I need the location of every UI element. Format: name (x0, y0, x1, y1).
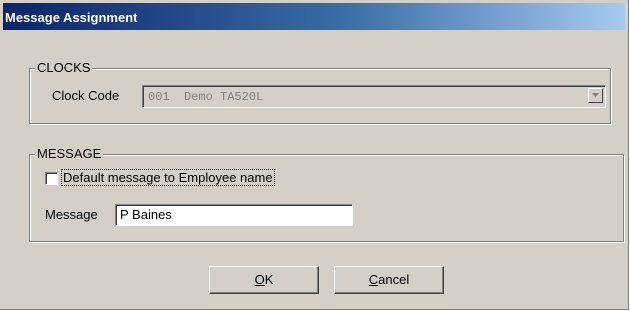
title-bar[interactable]: Message Assignment (3, 3, 625, 30)
clock-code-select[interactable]: 001 Demo TA520L (142, 85, 606, 108)
ok-button-accel: O (254, 272, 265, 287)
window-title: Message Assignment (5, 10, 138, 25)
cancel-button-rest: ancel (378, 272, 410, 287)
message-assignment-dialog: Message Assignment CLOCKS Clock Code 001… (0, 0, 629, 310)
ok-button-rest: K (264, 272, 274, 287)
message-group-label: MESSAGE (35, 146, 104, 162)
default-message-checkbox[interactable] (45, 172, 58, 185)
clocks-group-label: CLOCKS (35, 60, 93, 76)
message-label: Message (45, 207, 98, 222)
default-message-checkbox-label[interactable]: Default message to Employee name (61, 169, 275, 186)
clock-code-value: 001 Demo TA520L (148, 90, 264, 104)
cancel-button-accel: C (368, 272, 379, 287)
message-input-value: P Baines (120, 207, 172, 222)
ok-button[interactable]: OK (209, 266, 319, 294)
clock-code-dropdown-button[interactable] (588, 88, 603, 103)
clock-code-label: Clock Code (52, 88, 120, 103)
chevron-down-icon (592, 93, 599, 97)
cancel-button[interactable]: Cancel (334, 266, 444, 294)
message-input[interactable]: P Baines (115, 204, 353, 226)
message-group: MESSAGE (29, 146, 624, 242)
